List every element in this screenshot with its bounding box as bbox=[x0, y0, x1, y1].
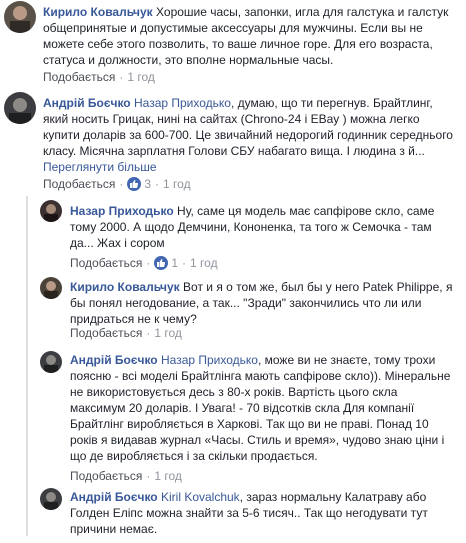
timestamp[interactable]: 1 год bbox=[154, 326, 182, 340]
like-link[interactable]: Подобається bbox=[70, 256, 142, 270]
mention-link[interactable]: Kiril Kovalchuk bbox=[161, 490, 240, 504]
avatar[interactable] bbox=[40, 488, 62, 510]
comment-actions: Подобається · 1 год bbox=[43, 70, 155, 84]
comment-author[interactable]: Кирило Ковальчук bbox=[43, 5, 153, 19]
comment-author[interactable]: Кирило Ковальчук bbox=[70, 280, 180, 294]
avatar[interactable] bbox=[40, 200, 62, 222]
reaction-count[interactable]: 3 bbox=[144, 177, 151, 191]
avatar[interactable] bbox=[4, 1, 36, 33]
like-link[interactable]: Подобається bbox=[70, 326, 142, 340]
comment-author[interactable]: Андрій Боєчко bbox=[70, 353, 158, 367]
mention-link[interactable]: Назар Приходько bbox=[161, 353, 258, 367]
comment-author[interactable]: Андрій Боєчко bbox=[43, 96, 131, 110]
timestamp[interactable]: 1 год bbox=[190, 256, 218, 270]
comment-author[interactable]: Назар Приходько bbox=[70, 204, 174, 218]
reply-body: Кирило Ковальчук Вот и я о том же, был б… bbox=[70, 279, 455, 327]
comment-actions: Подобається · 3 · 1 год bbox=[43, 177, 191, 191]
timestamp[interactable]: 1 год bbox=[163, 177, 191, 191]
reply-body: Андрій Боєчко Kiril Kovalchuk, зараз нор… bbox=[70, 489, 455, 537]
comment-body: Андрій Боєчко Назар Приходько, думаю, що… bbox=[43, 95, 453, 175]
timestamp[interactable]: 1 год bbox=[127, 70, 155, 84]
comment-actions: Подобається · 1 год bbox=[70, 326, 182, 340]
comment-text: , може ви не знаєте, тому трохи поясню -… bbox=[70, 353, 451, 463]
like-thumb-icon[interactable] bbox=[127, 177, 142, 191]
comment-actions: Подобається · 1 · 1 год bbox=[70, 256, 218, 270]
reply-body: Назар Приходько Ну, саме ця модель має с… bbox=[70, 203, 455, 251]
avatar[interactable] bbox=[4, 92, 36, 124]
comment-author[interactable]: Андрій Боєчко bbox=[70, 490, 158, 504]
avatar[interactable] bbox=[40, 351, 62, 373]
thread-line bbox=[26, 196, 28, 536]
avatar[interactable] bbox=[40, 277, 62, 299]
comment-body: Кирило Ковальчук Хорошие часы, запонки, … bbox=[43, 4, 453, 68]
timestamp[interactable]: 1 год bbox=[154, 469, 182, 483]
like-thumb-icon[interactable] bbox=[154, 256, 169, 270]
reaction-count[interactable]: 1 bbox=[171, 256, 178, 270]
like-link[interactable]: Подобається bbox=[43, 70, 115, 84]
see-more-link[interactable]: Переглянути більше bbox=[43, 160, 157, 174]
comment-actions: Подобається · 1 год bbox=[70, 469, 182, 483]
like-link[interactable]: Подобається bbox=[43, 177, 115, 191]
reply-body: Андрій Боєчко Назар Приходько, може ви н… bbox=[70, 352, 455, 464]
like-link[interactable]: Подобається bbox=[70, 469, 142, 483]
mention-link[interactable]: Назар Приходько bbox=[134, 96, 231, 110]
